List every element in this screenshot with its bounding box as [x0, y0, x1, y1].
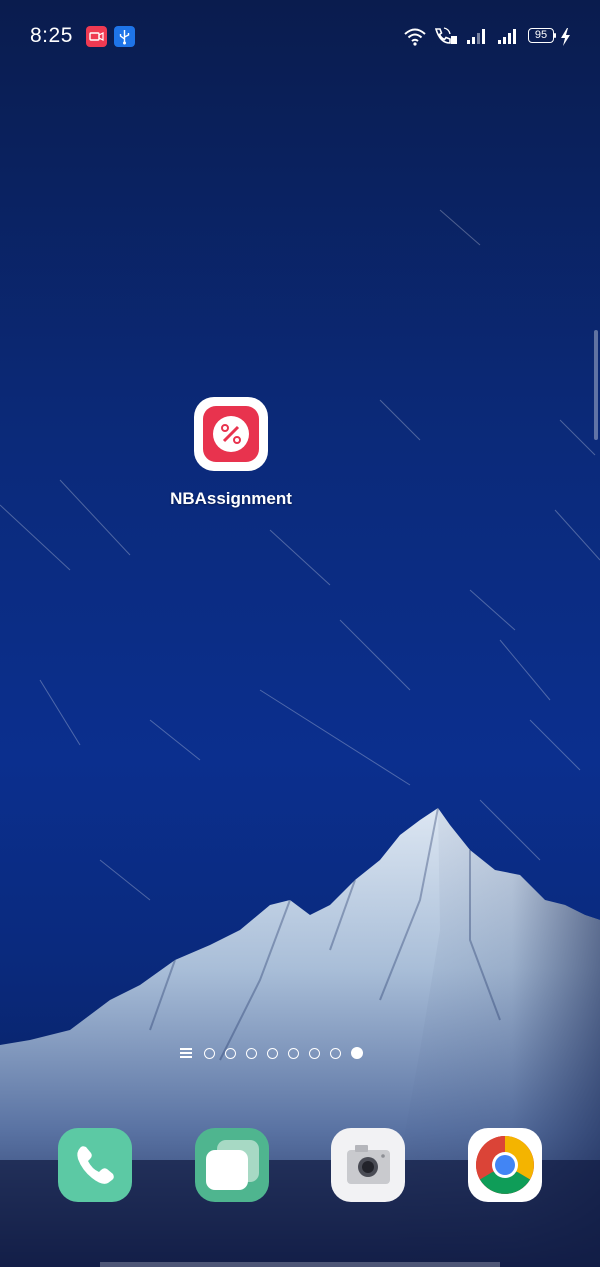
clock: 8:25 — [30, 24, 73, 47]
page-dot[interactable] — [204, 1047, 215, 1059]
page-dot[interactable] — [225, 1047, 236, 1059]
volte-call-icon — [434, 27, 457, 44]
screen-record-icon — [86, 26, 107, 47]
scroll-indicator[interactable] — [594, 330, 598, 440]
page-dot[interactable] — [288, 1047, 299, 1059]
page-dot[interactable] — [330, 1047, 341, 1059]
signal-1-icon — [467, 29, 485, 44]
nb-assignment-icon[interactable] — [194, 397, 268, 471]
usb-icon — [114, 26, 135, 47]
camera-icon[interactable] — [331, 1128, 405, 1202]
signal-2-icon — [498, 29, 516, 44]
phone-icon[interactable] — [58, 1128, 132, 1202]
app-nbassignment[interactable]: NBAssignment — [160, 397, 302, 509]
page-dot-active[interactable] — [351, 1047, 363, 1059]
wifi-icon — [404, 28, 426, 46]
battery-icon: 95 — [528, 28, 554, 43]
page-dot[interactable] — [309, 1047, 320, 1059]
chrome-icon[interactable] — [468, 1128, 542, 1202]
app-label: NBAssignment — [170, 489, 292, 508]
multitask-icon[interactable] — [195, 1128, 269, 1202]
battery-cap — [554, 33, 556, 38]
page-dot[interactable] — [246, 1047, 257, 1059]
wallpaper-mountain — [0, 807, 600, 1267]
home-screen: 8:25 95 NBAssignment — [0, 0, 600, 1267]
drawer-menu-icon[interactable] — [180, 1047, 194, 1059]
page-dot[interactable] — [267, 1047, 278, 1059]
status-bar: 8:25 95 — [0, 0, 600, 70]
page-indicator[interactable] — [180, 1045, 363, 1061]
gesture-bar[interactable] — [100, 1262, 500, 1267]
battery-level: 95 — [534, 29, 548, 41]
charging-icon — [561, 28, 570, 46]
